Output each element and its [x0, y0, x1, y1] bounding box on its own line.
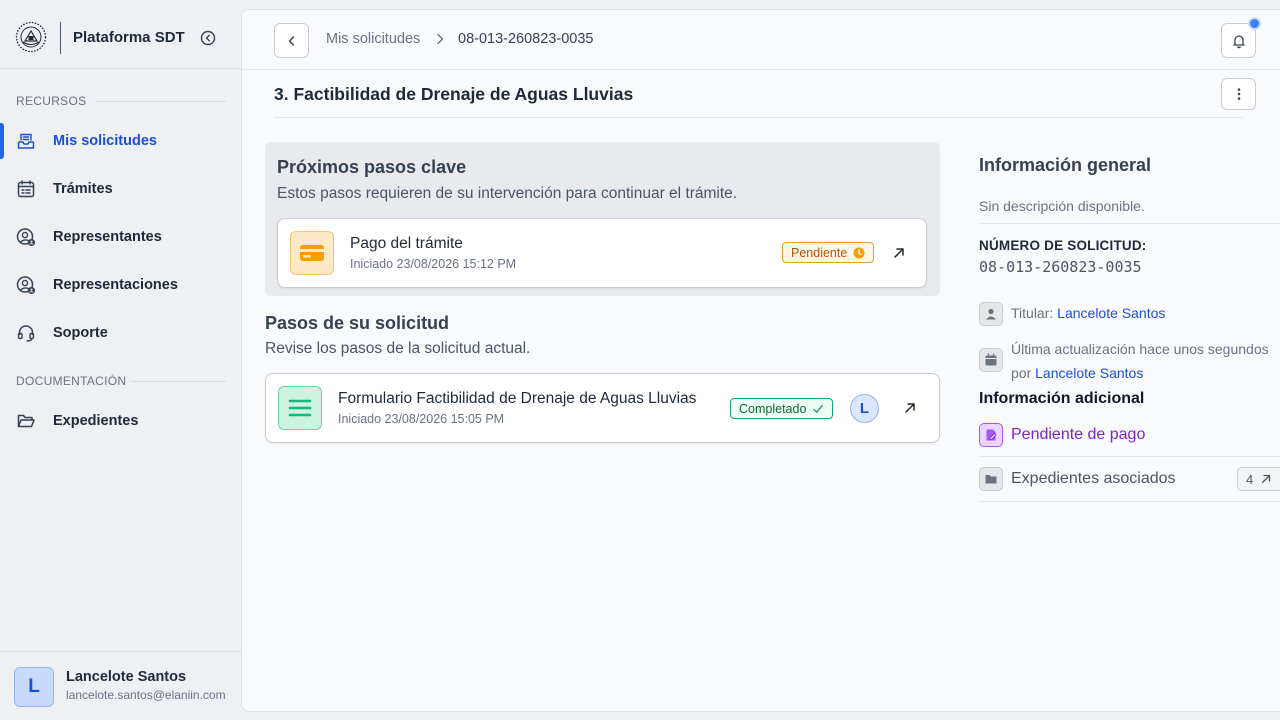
associated-files-label: Expedientes asociados	[1011, 470, 1176, 487]
sidebar: Plataforma SDT RECURSOS Mis solicitudes …	[0, 0, 241, 720]
request-number: 08-013-260823-0035	[979, 258, 1142, 276]
step-date: Iniciado 23/08/2026 15:12 PM	[350, 257, 517, 271]
user-icon	[979, 302, 1003, 326]
pending-payment-icon	[979, 423, 1003, 447]
steps-title: Pasos de su solicitud	[265, 313, 450, 333]
bell-icon	[1232, 34, 1245, 48]
updated-by-label: por	[1011, 365, 1032, 381]
breadcrumb-current: 08-013-260823-0035	[458, 31, 594, 47]
key-steps-description: Estos pasos requieren de su intervención…	[277, 185, 738, 202]
sidebar-item-expedientes[interactable]: Expedientes	[0, 403, 241, 439]
breadcrumb-parent-link[interactable]: Mis solicitudes	[326, 31, 420, 47]
folder-open-icon	[17, 414, 35, 428]
page-title: 3. Factibilidad de Drenaje de Aguas Lluv…	[274, 84, 634, 104]
steps-description: Revise los pasos de la solicitud actual.	[265, 340, 531, 357]
request-number-label: NÚMERO DE SOLICITUD:	[979, 238, 1147, 253]
info-description: Sin descripción disponible.	[979, 198, 1145, 214]
step-card[interactable]: Formulario Factibilidad de Drenaje de Ag…	[265, 373, 940, 443]
sidebar-item-label: Expedientes	[53, 413, 139, 429]
sidebar-item-label: Trámites	[53, 181, 113, 197]
assignee-avatar: L	[850, 394, 879, 423]
calendar-icon	[979, 348, 1003, 372]
section-divider	[131, 381, 226, 382]
avatar: L	[14, 667, 54, 707]
step-date: Iniciado 23/08/2026 15:05 PM	[338, 412, 505, 426]
sidebar-item-label: Soporte	[53, 325, 108, 341]
section-label-documentacion: DOCUMENTACIÓN	[16, 374, 127, 388]
section-divider	[95, 101, 226, 102]
brand-divider	[60, 22, 61, 54]
sidebar-item-mis-solicitudes[interactable]: Mis solicitudes	[0, 123, 241, 159]
key-steps-panel: Próximos pasos clave Estos pasos requier…	[265, 142, 940, 296]
user-name: Lancelote Santos	[66, 669, 187, 685]
sidebar-item-label: Representantes	[53, 229, 162, 245]
status-pending-payment[interactable]: Pendiente de pago	[1011, 426, 1145, 444]
associated-files-row[interactable]: Expedientes asociados 4	[979, 457, 1280, 501]
chevron-right-icon	[437, 33, 444, 45]
back-button[interactable]	[274, 23, 309, 58]
sidebar-item-tramites[interactable]: Trámites	[0, 171, 241, 207]
last-updated-text: Última actualización hace unos segundos	[1011, 341, 1269, 357]
folder-icon	[979, 467, 1003, 491]
clock-icon	[853, 247, 865, 258]
info-title: Información general	[979, 155, 1152, 175]
key-steps-title: Próximos pasos clave	[277, 157, 467, 177]
chevron-left-icon	[288, 35, 294, 46]
user-circle-icon	[16, 276, 36, 295]
calendar-list-icon	[17, 180, 35, 198]
arrow-up-right-icon	[894, 248, 904, 258]
arrow-up-right-icon	[1262, 474, 1271, 484]
key-step-card[interactable]: Pago del trámite Iniciado 23/08/2026 15:…	[277, 218, 927, 288]
user-profile[interactable]: L Lancelote Santos lancelote.santos@elan…	[0, 651, 241, 720]
updated-by: por Lancelote Santos	[1011, 365, 1143, 381]
sidebar-item-label: Mis solicitudes	[53, 133, 157, 149]
brand-header: Plataforma SDT	[0, 0, 241, 69]
title-divider	[274, 117, 1243, 118]
sidebar-item-representantes[interactable]: Representantes	[0, 219, 241, 255]
more-options-button[interactable]	[1221, 78, 1256, 110]
step-name: Formulario Factibilidad de Drenaje de Ag…	[338, 390, 697, 407]
user-circle-icon	[16, 228, 36, 247]
holder-label: Titular:	[1011, 305, 1054, 321]
section-label-recursos: RECURSOS	[16, 94, 87, 108]
main-panel: Mis solicitudes 08-013-260823-0035 3. Fa…	[241, 9, 1280, 712]
associated-files-count[interactable]: 4	[1237, 467, 1280, 491]
open-step-button[interactable]	[898, 396, 922, 420]
notification-dot	[1248, 17, 1261, 30]
sidebar-item-soporte[interactable]: Soporte	[0, 315, 241, 351]
files-count-value: 4	[1246, 471, 1254, 487]
headset-icon	[17, 325, 35, 342]
info-divider	[979, 223, 1280, 224]
step-name: Pago del trámite	[350, 235, 463, 252]
status-badge-label: Completado	[739, 401, 807, 416]
collapse-sidebar-icon[interactable]	[199, 29, 217, 47]
updated-by-link[interactable]: Lancelote Santos	[1035, 365, 1143, 381]
arrow-up-right-icon	[905, 403, 915, 413]
list-lines-icon	[278, 386, 322, 430]
credit-card-icon	[290, 231, 334, 275]
top-bar: Mis solicitudes 08-013-260823-0035	[242, 10, 1280, 70]
files-divider	[979, 501, 1280, 502]
open-step-button[interactable]	[887, 241, 911, 265]
more-vertical-icon	[1237, 88, 1240, 100]
holder-info: Titular: Lancelote Santos	[1011, 305, 1165, 321]
user-email: lancelote.santos@elaniin.com	[66, 688, 226, 702]
status-badge-label: Pendiente	[791, 245, 848, 260]
status-badge: Pendiente	[782, 242, 875, 263]
check-icon	[813, 404, 824, 413]
inbox-tray-icon	[17, 133, 35, 149]
status-badge: Completado	[730, 398, 834, 419]
government-seal-icon	[15, 21, 47, 53]
sidebar-item-representaciones[interactable]: Representaciones	[0, 267, 241, 303]
additional-info-title: Información adicional	[979, 390, 1145, 407]
sidebar-item-label: Representaciones	[53, 277, 178, 293]
brand-title: Plataforma SDT	[73, 29, 185, 46]
holder-link[interactable]: Lancelote Santos	[1057, 305, 1165, 321]
